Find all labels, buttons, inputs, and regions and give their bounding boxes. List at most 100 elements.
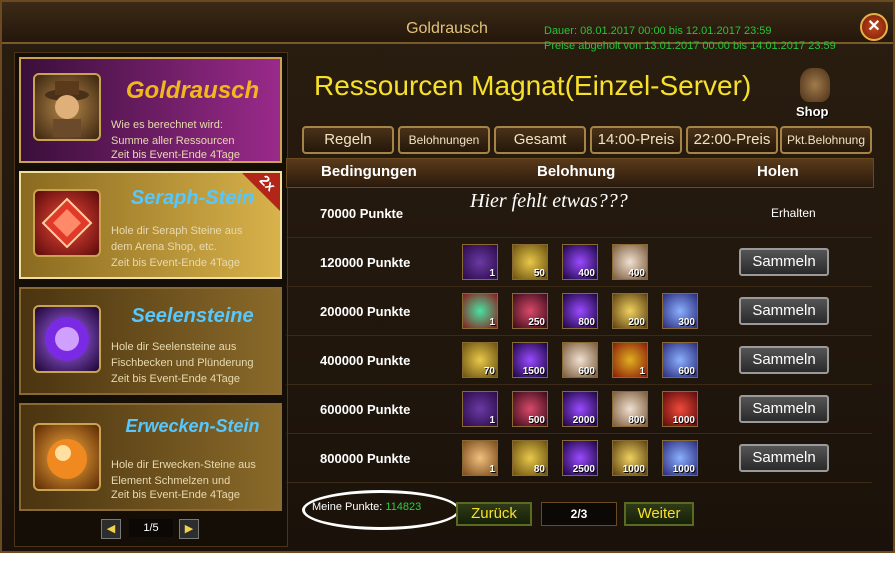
my-points-value: 114823 <box>385 501 422 513</box>
item-quantity: 1500 <box>522 366 545 377</box>
soul-stone-icon <box>33 305 101 373</box>
tab-regeln[interactable]: Regeln <box>302 126 394 154</box>
event-card-erwecken-stein[interactable]: Erwecken-Stein Hole dir Erwecken-Steine … <box>19 403 282 511</box>
purple-chest-icon[interactable]: 1 <box>462 391 498 427</box>
close-icon[interactable]: ✕ <box>860 13 888 41</box>
next-page-icon[interactable]: ▶ <box>179 519 199 539</box>
column-conditions: Bedingungen <box>321 163 417 180</box>
item-quantity: 50 <box>533 268 545 279</box>
received-status: Erhalten <box>771 206 816 220</box>
card-desc-line1: Hole dir Seelensteine aus <box>111 341 237 353</box>
item-quantity: 70 <box>483 366 495 377</box>
purple-orb-icon[interactable]: 800 <box>562 293 598 329</box>
points-requirement: 200000 Punkte <box>320 304 411 319</box>
event-title: Ressourcen Magnat(Einzel-Server) <box>314 70 752 101</box>
item-quantity: 200 <box>628 317 645 328</box>
reward-row: 400000 Punkte 70 1500 600 1 600 Sammeln <box>286 336 872 385</box>
item-quantity: 2000 <box>572 415 595 426</box>
item-quantity: 1000 <box>672 415 695 426</box>
points-requirement: 400000 Punkte <box>320 353 411 368</box>
green-gem-icon[interactable]: 1 <box>462 293 498 329</box>
tab-belohnungen[interactable]: Belohnungen <box>398 126 490 154</box>
seraph-stone-icon <box>33 189 101 257</box>
event-dates: Dauer: 08.01.2017 00:00 bis 12.01.2017 2… <box>544 24 836 54</box>
item-quantity: 800 <box>628 415 645 426</box>
item-quantity: 500 <box>528 415 545 426</box>
pearl-orb-icon[interactable]: 400 <box>612 244 648 280</box>
title-bar: Goldrausch Dauer: 08.01.2017 00:00 bis 1… <box>2 2 893 52</box>
event-card-seraph-stein[interactable]: Seraph-Stein Hole dir Seraph Steine aus … <box>19 171 282 279</box>
dragon-chest-icon[interactable]: 1 <box>612 342 648 378</box>
reward-panel: Ressourcen Magnat(Einzel-Server) Shop Re… <box>286 52 886 545</box>
back-button[interactable]: Zurück <box>456 502 532 526</box>
window-title: Goldrausch <box>406 20 488 37</box>
item-quantity: 1 <box>489 464 495 475</box>
my-points-label: Meine Punkte: <box>312 501 383 513</box>
tab-pkt-belohnung[interactable]: Pkt.Belohnung <box>780 126 872 154</box>
item-quantity: 400 <box>578 268 595 279</box>
item-quantity: 1000 <box>672 464 695 475</box>
red-pouch-icon[interactable]: 250 <box>512 293 548 329</box>
points-requirement: 800000 Punkte <box>320 451 411 466</box>
gold-crystal-icon[interactable]: 1000 <box>612 440 648 476</box>
red-pouch-icon[interactable]: 500 <box>512 391 548 427</box>
collect-button[interactable]: Sammeln <box>739 248 829 276</box>
points-requirement: 70000 Punkte <box>320 206 404 221</box>
card-desc-line1: Hole dir Erwecken-Steine aus <box>111 459 256 471</box>
reward-row: 200000 Punkte 1 250 800 200 300 Sammeln <box>286 287 872 336</box>
tab-22-preis[interactable]: 22:00-Preis <box>686 126 778 154</box>
tab-14-preis[interactable]: 14:00-Preis <box>590 126 682 154</box>
item-quantity: 800 <box>578 317 595 328</box>
purple-orb-icon[interactable]: 400 <box>562 244 598 280</box>
purple-orb-icon[interactable]: 2000 <box>562 391 598 427</box>
tab-gesamt[interactable]: Gesamt <box>494 126 586 154</box>
pearl-orb-icon[interactable]: 600 <box>562 342 598 378</box>
gold-scroll-icon[interactable]: 50 <box>512 244 548 280</box>
blue-crystal-icon[interactable]: 600 <box>662 342 698 378</box>
event-duration: Dauer: 08.01.2017 00:00 bis 12.01.2017 2… <box>544 25 772 37</box>
gold-scroll-icon[interactable]: 80 <box>512 440 548 476</box>
card-title: Goldrausch <box>125 77 260 104</box>
event-card-goldrausch[interactable]: Goldrausch Wie es berechnet wird: Summe … <box>19 57 282 163</box>
item-quantity: 600 <box>578 366 595 377</box>
blue-crystal-icon[interactable]: 300 <box>662 293 698 329</box>
collect-button[interactable]: Sammeln <box>739 297 829 325</box>
prospector-portrait-icon <box>33 73 101 141</box>
card-time: Zeit bis Event-Ende 4Tage <box>111 257 241 269</box>
card-desc-line1: Wie es berechnet wird: <box>111 119 223 131</box>
item-quantity: 250 <box>528 317 545 328</box>
my-points: Meine Punkte: 114823 <box>312 501 421 513</box>
item-quantity: 1 <box>489 317 495 328</box>
item-quantity: 1000 <box>622 464 645 475</box>
purple-chest-icon[interactable]: 1 <box>462 244 498 280</box>
gold-crystal-icon[interactable]: 200 <box>612 293 648 329</box>
reward-table-header: Bedingungen Belohnung Holen <box>286 158 874 188</box>
purple-orb-icon[interactable]: 1500 <box>512 342 548 378</box>
shop-button[interactable]: Shop <box>792 68 840 122</box>
item-quantity: 400 <box>628 268 645 279</box>
item-quantity: 1 <box>639 366 645 377</box>
event-window: Goldrausch Dauer: 08.01.2017 00:00 bis 1… <box>0 0 895 553</box>
purple-orb-icon[interactable]: 2500 <box>562 440 598 476</box>
card-desc-line2: dem Arena Shop, etc. <box>111 241 217 253</box>
collect-button[interactable]: Sammeln <box>739 346 829 374</box>
blue-crystal-icon[interactable]: 1000 <box>662 440 698 476</box>
event-card-seelensteine[interactable]: Seelensteine Hole dir Seelensteine aus F… <box>19 287 282 395</box>
reward-row: 800000 Punkte 1 80 2500 1000 1000 Sammeln <box>286 434 872 483</box>
points-requirement: 120000 Punkte <box>320 255 411 270</box>
card-time: Zeit bis Event-Ende 4Tage <box>111 373 241 385</box>
gold-scroll-icon[interactable]: 70 <box>462 342 498 378</box>
card-desc-line1: Hole dir Seraph Steine aus <box>111 225 243 237</box>
prev-page-icon[interactable]: ◀ <box>101 519 121 539</box>
column-collect: Holen <box>757 163 799 180</box>
card-desc-line2: Fischbecken und Plünderung <box>111 357 254 369</box>
shop-label: Shop <box>796 104 829 119</box>
card-time: Zeit bis Event-Ende 4Tage <box>111 489 241 501</box>
next-button[interactable]: Weiter <box>624 502 694 526</box>
collect-button[interactable]: Sammeln <box>739 395 829 423</box>
collect-button[interactable]: Sammeln <box>739 444 829 472</box>
pearl-orb-icon[interactable]: 800 <box>612 391 648 427</box>
heart-crystal-icon[interactable]: 1 <box>462 440 498 476</box>
seraph-stone-icon[interactable]: 1000 <box>662 391 698 427</box>
item-quantity: 300 <box>678 317 695 328</box>
